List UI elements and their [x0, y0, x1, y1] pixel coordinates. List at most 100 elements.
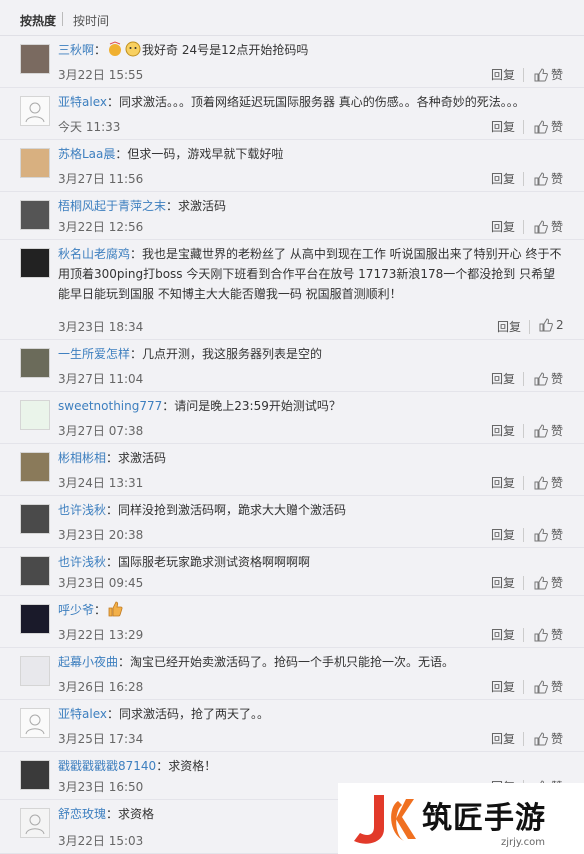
default-avatar-icon[interactable] — [20, 808, 50, 838]
colon-separator: ： — [106, 95, 119, 109]
photo-avatar-icon[interactable] — [20, 200, 50, 230]
username-link[interactable]: 三秋啊 — [58, 43, 94, 57]
game-avatar-icon[interactable] — [20, 504, 50, 534]
reply-button[interactable]: 回复 — [491, 678, 515, 695]
thumbs-up-icon — [534, 172, 551, 186]
divider — [523, 172, 524, 186]
photo-avatar-icon[interactable] — [20, 760, 50, 790]
photo-avatar-icon[interactable] — [20, 348, 50, 378]
comment-item: 秋名山老腐鸡：我也是宝藏世界的老粉丝了 从高中到现在工作 听说国服出来了特别开心… — [0, 240, 584, 340]
reply-button[interactable]: 回复 — [497, 318, 521, 335]
divider — [62, 12, 63, 26]
thumbs-up-icon — [534, 576, 551, 590]
reply-button[interactable]: 回复 — [491, 170, 515, 187]
watermark: 筑匠手游 zjrjy.com — [338, 783, 584, 854]
thumbs-up-icon — [534, 372, 551, 386]
comment-timestamp: 3月23日 20:38 — [58, 528, 144, 542]
like-button[interactable]: 赞 — [534, 422, 563, 439]
like-button[interactable]: 赞 — [534, 574, 563, 591]
username-link[interactable]: 亚特alex — [58, 95, 107, 109]
like-button[interactable]: 赞 — [534, 370, 563, 387]
username-link[interactable]: 也许浅秋 — [58, 555, 106, 569]
reply-button[interactable]: 回复 — [491, 474, 515, 491]
like-button[interactable]: 赞 — [534, 730, 563, 747]
comment-timestamp: 3月22日 15:03 — [58, 834, 144, 848]
comment-timestamp: 3月22日 15:55 — [58, 68, 144, 82]
comment-timestamp: 今天 11:33 — [58, 120, 121, 134]
reply-button[interactable]: 回复 — [491, 218, 515, 235]
avatar-photo-icon[interactable] — [20, 44, 50, 74]
anime-avatar-icon[interactable] — [20, 148, 50, 178]
emoji-icon — [125, 41, 141, 57]
brand-logo-icon — [354, 795, 416, 844]
username-link[interactable]: 舒恋玫瑰 — [58, 807, 106, 821]
username-link[interactable]: 彬相彬相 — [58, 451, 106, 465]
thumbs-up-icon — [534, 68, 551, 82]
like-button[interactable]: 赞 — [534, 626, 563, 643]
reply-button[interactable]: 回复 — [491, 370, 515, 387]
watermark-title: 筑匠手游 — [422, 801, 546, 836]
reply-button[interactable]: 回复 — [491, 574, 515, 591]
comment-item: 呼少爷： 3月22日 13:29 回复 赞 — [0, 596, 584, 648]
like-button[interactable]: 赞 — [534, 474, 563, 491]
divider — [523, 576, 524, 590]
divider — [529, 320, 530, 334]
divider — [523, 628, 524, 642]
thumbs-up-icon — [534, 680, 551, 694]
comment-timestamp: 3月27日 11:56 — [58, 172, 144, 186]
default-avatar-icon[interactable] — [20, 96, 50, 126]
like-button[interactable]: 赞 — [534, 678, 563, 695]
like-button[interactable]: 2 — [539, 318, 564, 332]
username-link[interactable]: 苏格Laa晨 — [58, 147, 115, 161]
comment-item: 三秋啊： 我好奇 24号是12点开始抢码吗 3月22日 15:55 回复 赞 — [0, 36, 584, 88]
sort-bar: 按热度 按时间 — [0, 0, 584, 36]
comment-text: 国际服老玩家跪求测试资格啊啊啊啊 — [118, 555, 311, 569]
sort-by-time-tab[interactable]: 按时间 — [73, 12, 109, 29]
like-button[interactable]: 赞 — [534, 218, 563, 235]
reply-button[interactable]: 回复 — [491, 422, 515, 439]
like-label: 赞 — [551, 628, 564, 642]
username-link[interactable]: 呼少爷 — [58, 603, 94, 617]
like-button[interactable]: 赞 — [534, 170, 563, 187]
photo-avatar-icon[interactable] — [20, 452, 50, 482]
wolf-avatar-icon[interactable] — [20, 604, 50, 634]
reply-button[interactable]: 回复 — [491, 526, 515, 543]
username-link[interactable]: 一生所爱怎样 — [58, 347, 130, 361]
username-link[interactable]: 秋名山老腐鸡 — [58, 247, 130, 261]
cartoon-avatar-icon[interactable] — [20, 400, 50, 430]
reply-button[interactable]: 回复 — [491, 118, 515, 135]
username-link[interactable]: sweetnothing777 — [58, 399, 162, 413]
divider — [523, 372, 524, 386]
username-link[interactable]: 戳戳戳戳戳87140 — [58, 759, 156, 773]
colon-separator: ： — [130, 347, 143, 361]
like-button[interactable]: 赞 — [534, 66, 563, 83]
username-link[interactable]: 梧桐风起于青萍之末 — [58, 199, 166, 213]
colon-separator: ： — [166, 199, 179, 213]
comment-item: 亚特alex：同求激活码，抢了两天了。。 3月25日 17:34 回复 赞 — [0, 700, 584, 752]
sort-by-hot-tab[interactable]: 按热度 — [20, 12, 56, 29]
divider — [523, 680, 524, 694]
comment-item: 起幕小夜曲：淘宝已经开始卖激活码了。抢码一个手机只能抢一次。无语。 3月26日 1… — [0, 648, 584, 700]
reply-button[interactable]: 回复 — [491, 730, 515, 747]
like-label: 赞 — [551, 120, 564, 134]
comment-body: sweetnothing777：请问是晚上23:59开始测试吗？ — [58, 396, 564, 416]
comment-timestamp: 3月27日 07:38 — [58, 424, 144, 438]
colon-separator: ： — [130, 247, 143, 261]
like-label: 赞 — [551, 528, 564, 542]
comment-body: 一生所爱怎样：几点开测，我这服务器列表是空的 — [58, 344, 564, 364]
like-label: 赞 — [551, 172, 564, 186]
game-avatar-icon[interactable] — [20, 556, 50, 586]
like-button[interactable]: 赞 — [534, 118, 563, 135]
username-link[interactable]: 亚特alex — [58, 707, 107, 721]
like-button[interactable]: 赞 — [534, 526, 563, 543]
username-link[interactable]: 起幕小夜曲 — [58, 655, 118, 669]
default-avatar-icon[interactable] — [20, 708, 50, 738]
anime-avatar-icon[interactable] — [20, 656, 50, 686]
colon-separator: ： — [106, 707, 119, 721]
comment-item: 彬相彬相：求激活码 3月24日 13:31 回复 赞 — [0, 444, 584, 496]
comment-text: 求资格 — [118, 807, 155, 821]
dark-avatar-icon[interactable] — [20, 248, 50, 278]
reply-button[interactable]: 回复 — [491, 626, 515, 643]
reply-button[interactable]: 回复 — [491, 66, 515, 83]
username-link[interactable]: 也许浅秋 — [58, 503, 106, 517]
